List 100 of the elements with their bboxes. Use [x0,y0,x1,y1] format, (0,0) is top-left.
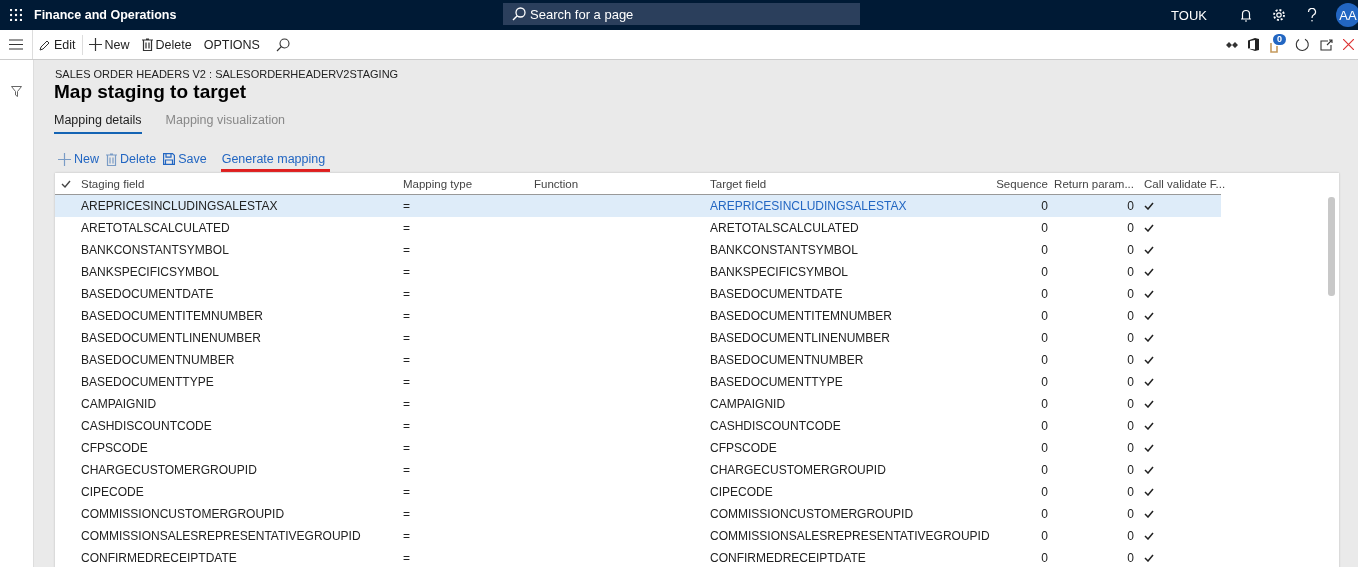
table-row[interactable]: CFPSCODE = CFPSCODE 0 0 [55,437,1221,459]
table-cell-text: = [402,463,411,477]
table-cell-text: = [402,419,411,433]
table-cell-text: 0 [1126,375,1135,389]
table-row[interactable]: COMMISSIONSALESREPRESENTATIVEGROUPID = COMMISSIONSALESREPRESENTATIVEGROUPID 0 0 [55,525,1221,547]
table-row[interactable]: CIPECODE = CIPECODE 0 0 [55,481,1221,503]
table-cell-text: BASEDOCUMENTTYPE [709,375,844,389]
table-row[interactable]: BASEDOCUMENTNUMBER = BASEDOCUMENTNUMBER 0 0 [55,349,1221,371]
table-cell-text: BASEDOCUMENTDATE [80,287,215,301]
column-header[interactable]: Function [529,177,705,190]
search-icon[interactable] [275,37,290,52]
table-row[interactable]: CONFIRMEDRECEIPTDATE = CONFIRMEDRECEIPTDATE 0 0 [55,547,1221,567]
toolbar-button[interactable]: Edit [33,32,82,57]
table-row[interactable]: BASEDOCUMENTTYPE = BASEDOCUMENTTYPE 0 0 [55,371,1221,393]
company-label[interactable]: TOUK [1171,7,1207,23]
table-cell-text: = [402,331,411,345]
table-cell-text: COMMISSIONSALESREPRESENTATIVEGROUPID [80,529,362,543]
table-row[interactable]: CHARGECUSTOMERGROUPID = CHARGECUSTOMERGROUPID 0 0 [55,459,1221,481]
table-row[interactable]: CASHDISCOUNTCODE = CASHDISCOUNTCODE 0 0 [55,415,1221,437]
table-cell-text: 0 [1040,221,1049,235]
pencil-icon [39,38,51,51]
diamond-icon[interactable] [1226,40,1238,49]
table-row[interactable]: BASEDOCUMENTDATE = BASEDOCUMENTDATE 0 0 [55,283,1221,305]
table-cell-text: 0 [1040,529,1049,543]
office-icon[interactable] [1248,38,1259,51]
table-cell-text: 0 [1126,463,1135,477]
table-cell-text: BASEDOCUMENTLINENUMBER [80,331,263,345]
table-row[interactable]: BANKSPECIFICSYMBOL = BANKSPECIFICSYMBOL 0 0 [55,261,1221,283]
table-cell-text: 0 [1040,551,1049,565]
column-header[interactable]: Target field [705,177,991,190]
toolbar-button[interactable]: Delete [105,146,162,172]
settings-icon[interactable] [1271,8,1286,22]
table-cell-text: = [402,507,411,521]
select-all-checkmark-icon[interactable] [60,179,71,188]
table-cell-text: 0 [1126,507,1135,521]
options-tab[interactable]: OPTIONS [197,32,266,57]
table-cell-text: 0 [1040,507,1049,521]
table-cell-text: BANKCONSTANTSYMBOL [709,243,859,257]
popout-icon[interactable] [1320,38,1333,51]
page-title: Map staging to target [54,81,248,103]
plus-icon [58,152,71,166]
search-field[interactable]: Search for a page [503,3,860,25]
table-cell-text: = [402,287,411,301]
toolbar-button[interactable]: New [57,146,104,172]
table-cell-text: 0 [1040,441,1049,455]
table-cell-text: CFPSCODE [709,441,778,455]
trash-icon [141,38,153,51]
close-icon[interactable] [1343,39,1354,50]
table-row[interactable]: CAMPAIGNID = CAMPAIGNID 0 0 [55,393,1221,415]
table-row[interactable]: AREPRICESINCLUDINGSALESTAX = AREPRICESINCLUDINGSALESTAX 0 0 [55,195,1221,217]
refresh-icon[interactable] [1295,37,1310,52]
table-cell-text: CONFIRMEDRECEIPTDATE [709,551,867,565]
table-row[interactable]: BASEDOCUMENTITEMNUMBER = BASEDOCUMENTITEMNUMBER 0 0 [55,305,1221,327]
table-row[interactable]: BANKCONSTANTSYMBOL = BANKCONSTANTSYMBOL 0 0 [55,239,1221,261]
table-cell-text: = [402,243,411,257]
bell-icon[interactable] [1239,8,1252,22]
toolbar-button[interactable]: Save [162,146,212,172]
user-avatar[interactable]: AA [1336,3,1358,27]
filter-icon[interactable] [11,86,22,97]
table-cell-text: CIPECODE [709,485,774,499]
table-row[interactable]: COMMISSIONCUSTOMERGROUPID = COMMISSIONCUSTOMERGROUPID 0 0 [55,503,1221,525]
table-cell-text: BASEDOCUMENTDATE [709,287,844,301]
table-cell-text: CAMPAIGNID [709,397,787,411]
column-header[interactable]: Sequence [991,177,1053,190]
help-icon[interactable] [1306,8,1317,22]
scrollbar[interactable] [1328,197,1335,296]
save-icon [163,153,176,165]
table-cell-text: AREPRICESINCLUDINGSALESTAX [80,199,279,213]
table-cell-text: BANKSPECIFICSYMBOL [709,265,850,279]
toolbar-button[interactable]: Delete [135,32,198,57]
table-row[interactable]: BASEDOCUMENTLINENUMBER = BASEDOCUMENTLINENUMBER 0 0 [55,327,1221,349]
table-cell-text: = [402,199,411,213]
menu-icon[interactable] [9,39,23,50]
table-cell-text: = [402,551,411,565]
table-cell-text: 0 [1040,353,1049,367]
table-cell-text: COMMISSIONCUSTOMERGROUPID [709,507,915,521]
column-header[interactable]: Return param... [1053,177,1139,190]
table-cell-text: BASEDOCUMENTLINENUMBER [709,331,892,345]
app-launcher-icon[interactable] [10,9,22,21]
table-cell-text: BASEDOCUMENTNUMBER [709,353,865,367]
table-cell-text: COMMISSIONCUSTOMERGROUPID [80,507,286,521]
column-header[interactable]: Mapping type [398,177,529,190]
table-cell-text: 0 [1126,199,1135,213]
table-cell-text: 0 [1126,309,1135,323]
table-cell-text: 0 [1126,243,1135,257]
tab[interactable]: Mapping details [54,113,142,134]
toolbar-button[interactable]: New [82,32,136,57]
column-header[interactable]: Staging field [76,177,398,190]
table-cell-text: 0 [1040,287,1049,301]
table-cell-text: = [402,397,411,411]
table-cell-text: CASHDISCOUNTCODE [80,419,213,433]
app-title: Finance and Operations [34,8,177,22]
table-cell-text: 0 [1126,485,1135,499]
table-cell-text: CAMPAIGNID [80,397,158,411]
table-cell-text: 0 [1126,397,1135,411]
table-cell-text: 0 [1040,199,1049,213]
table-cell-text: CIPECODE [80,485,145,499]
table-cell-text: 0 [1040,375,1049,389]
table-row[interactable]: ARETOTALSCALCULATED = ARETOTALSCALCULATED 0 0 [55,217,1221,239]
table-cell-text: AREPRICESINCLUDINGSALESTAX [709,199,908,213]
